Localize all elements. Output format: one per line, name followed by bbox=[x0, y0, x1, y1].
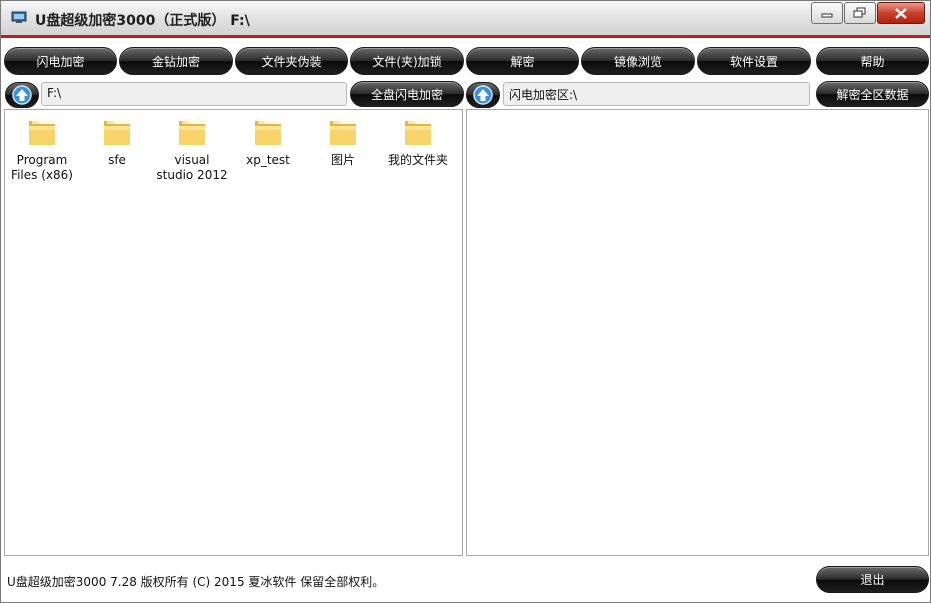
close-icon bbox=[895, 7, 907, 19]
decrypt-button[interactable]: 解密 bbox=[466, 47, 579, 75]
title-bar[interactable]: U盘超级加密3000（正式版） F:\ bbox=[1, 1, 930, 35]
status-text: U盘超级加密3000 7.28 版权所有 (C) 2015 夏冰软件 保留全部权… bbox=[7, 575, 385, 589]
full-disk-flash-encrypt-button[interactable]: 全盘闪电加密 bbox=[350, 81, 464, 107]
folder-item[interactable]: 我的文件夹 bbox=[381, 114, 455, 168]
folder-item[interactable]: xp_test bbox=[231, 114, 305, 168]
folder-icon bbox=[104, 119, 130, 145]
left-up-button[interactable] bbox=[5, 82, 39, 108]
mirror-browse-button[interactable]: 镜像浏览 bbox=[581, 47, 695, 75]
folder-disguise-button[interactable]: 文件夹伪装 bbox=[235, 47, 348, 75]
folder-icon bbox=[255, 119, 281, 145]
restore-button[interactable] bbox=[844, 2, 876, 24]
diamond-encrypt-button[interactable]: 金钻加密 bbox=[119, 47, 233, 75]
folder-name: 图片 bbox=[330, 153, 355, 167]
file-lock-button[interactable]: 文件(夹)加锁 bbox=[350, 47, 464, 75]
settings-button[interactable]: 软件设置 bbox=[697, 47, 811, 75]
folder-name: sfe bbox=[108, 153, 126, 167]
minimize-button[interactable] bbox=[811, 2, 843, 24]
up-arrow-icon bbox=[12, 85, 32, 105]
exit-button[interactable]: 退出 bbox=[816, 566, 929, 593]
folder-icon bbox=[330, 119, 356, 145]
restore-icon bbox=[853, 7, 866, 18]
flash-encrypt-button[interactable]: 闪电加密 bbox=[4, 47, 117, 75]
folder-icon bbox=[405, 119, 431, 145]
right-up-button[interactable] bbox=[466, 82, 500, 108]
folder-name: visual studio 2012 bbox=[156, 153, 228, 182]
right-path-field[interactable]: 闪电加密区:\ bbox=[503, 82, 810, 106]
folder-name: Program Files (x86) bbox=[11, 153, 73, 182]
window-title: U盘超级加密3000（正式版） F:\ bbox=[35, 13, 250, 29]
right-file-pane[interactable] bbox=[466, 109, 929, 556]
folder-item[interactable]: Program Files (x86) bbox=[5, 114, 79, 183]
folder-name: 我的文件夹 bbox=[387, 153, 448, 167]
help-button[interactable]: 帮助 bbox=[816, 47, 929, 75]
close-button[interactable] bbox=[877, 2, 925, 24]
folder-name: xp_test bbox=[246, 153, 290, 167]
folder-item[interactable]: sfe bbox=[80, 114, 154, 168]
minimize-icon bbox=[821, 13, 833, 18]
folder-icon bbox=[29, 119, 55, 145]
title-accent-line bbox=[1, 35, 930, 38]
left-path-field[interactable]: F:\ bbox=[41, 82, 347, 106]
up-arrow-icon bbox=[473, 85, 493, 105]
app-icon bbox=[11, 11, 27, 23]
folder-icon bbox=[179, 119, 205, 145]
decrypt-all-data-button[interactable]: 解密全区数据 bbox=[816, 81, 929, 107]
folder-item[interactable]: 图片 bbox=[306, 114, 380, 168]
app-window: U盘超级加密3000（正式版） F:\ 闪电加密 金钻加密 文件夹伪装 文件(夹… bbox=[0, 0, 931, 603]
folder-item[interactable]: visual studio 2012 bbox=[155, 114, 229, 183]
left-file-pane[interactable]: Program Files (x86) sfe visual studio 20… bbox=[4, 109, 463, 556]
